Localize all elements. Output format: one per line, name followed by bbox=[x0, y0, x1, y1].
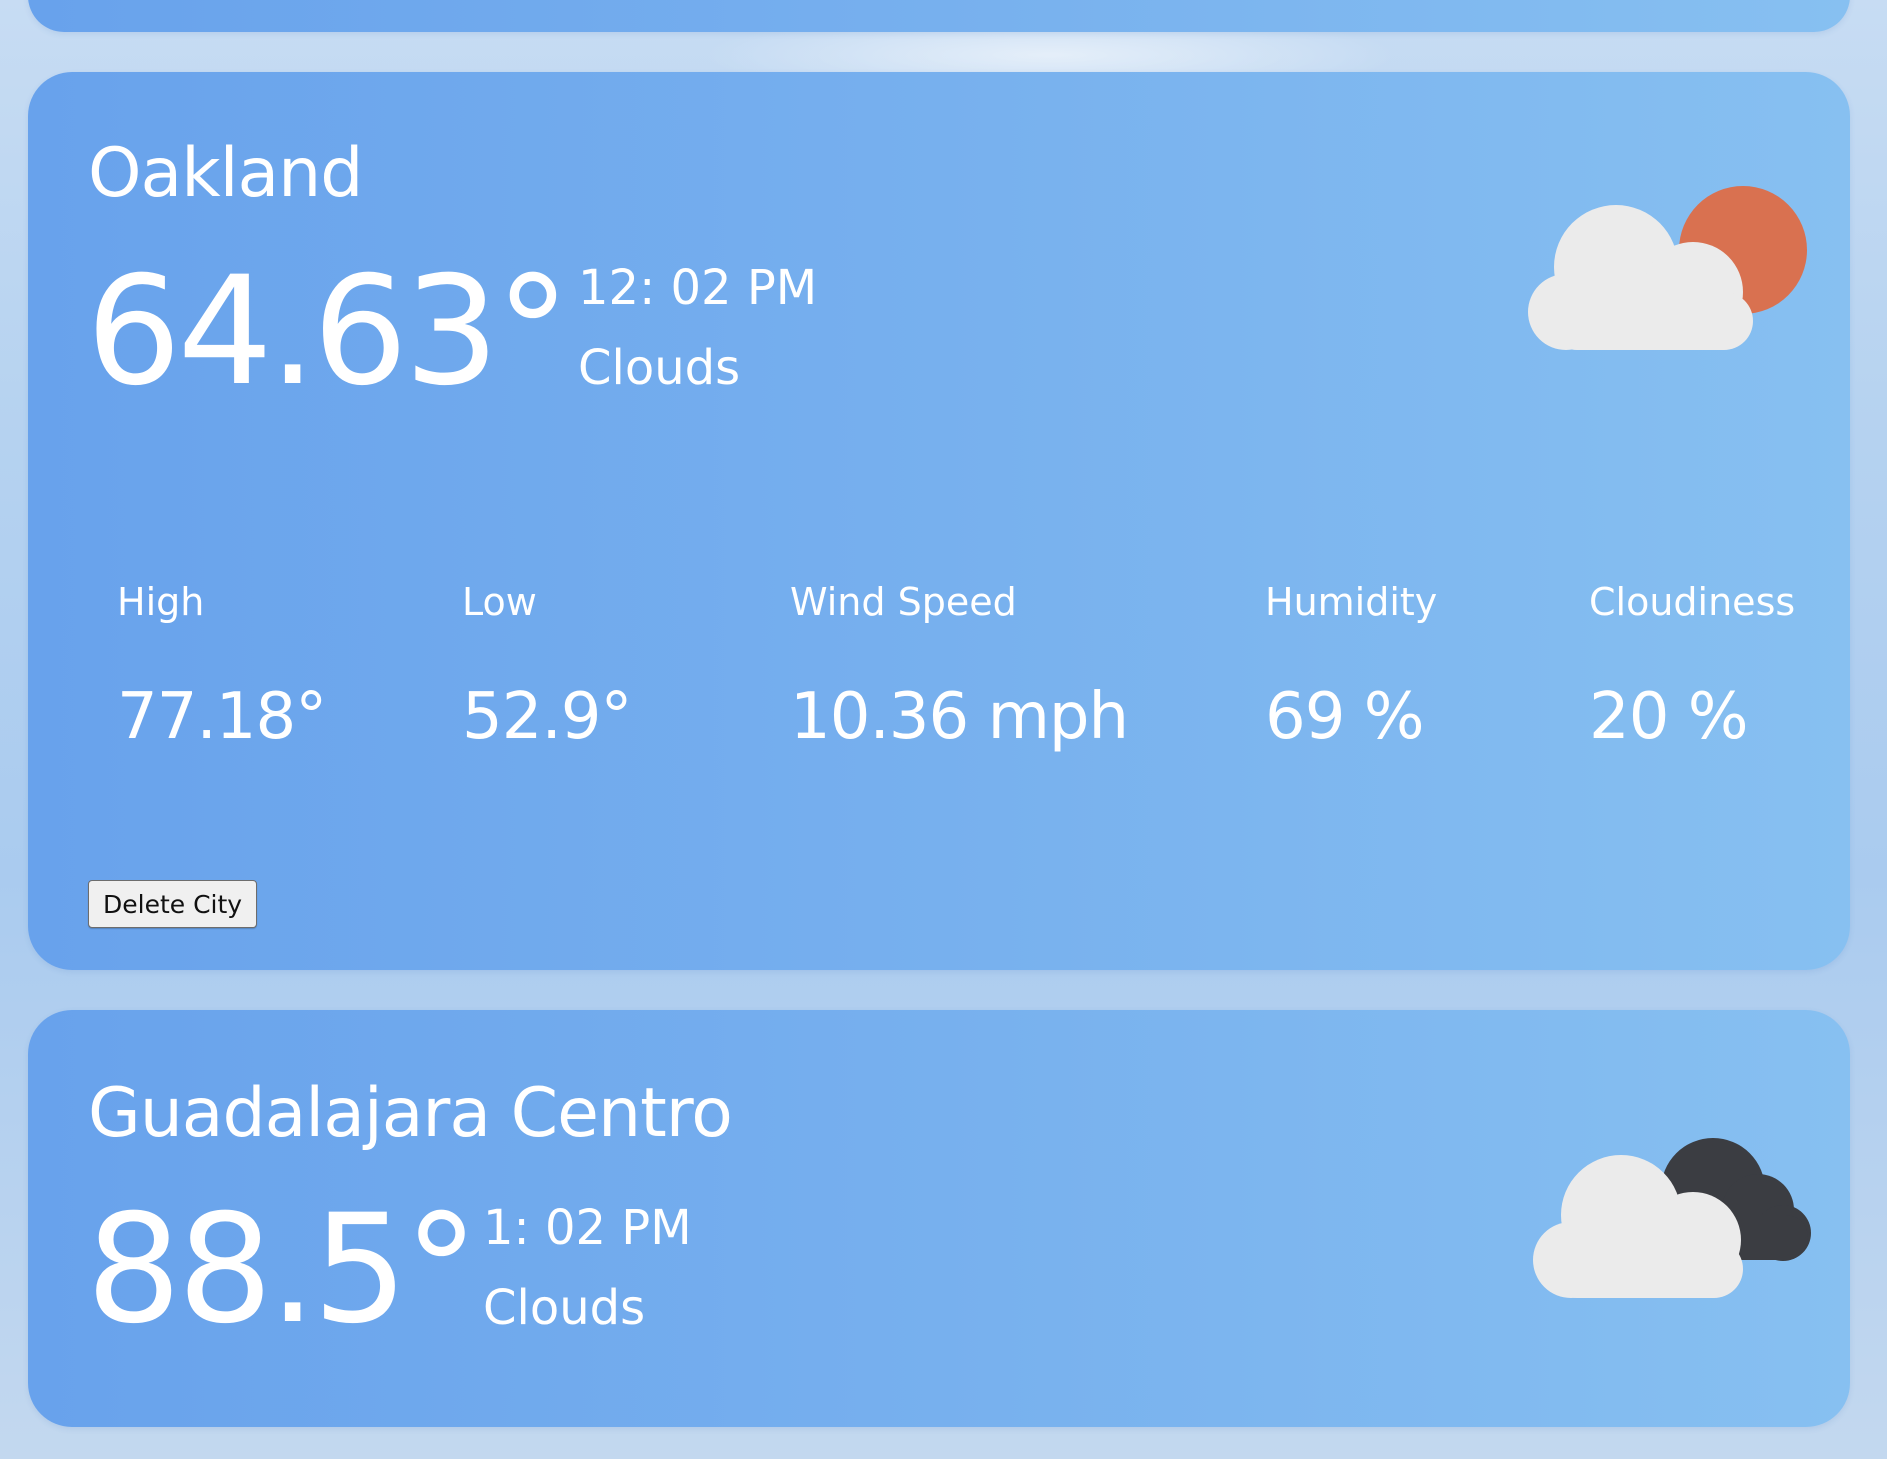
humidity-label: Humidity bbox=[1265, 580, 1438, 624]
low-value: 52.9° bbox=[462, 680, 632, 754]
cloudiness-value: 20 % bbox=[1589, 680, 1749, 754]
weather-card-guadalajara-centro: Guadalajara Centro 88.5° 1: 02 PM Clouds bbox=[28, 1010, 1850, 1427]
city-name: Guadalajara Centro bbox=[88, 1074, 733, 1153]
current-temperature: 64.63° bbox=[86, 245, 570, 419]
low-label: Low bbox=[462, 580, 537, 624]
weather-card-previous bbox=[28, 0, 1850, 32]
cloud-dark-cloud-icon bbox=[1533, 1138, 1811, 1298]
cloudiness-label: Cloudiness bbox=[1589, 580, 1796, 624]
weather-condition: Clouds bbox=[578, 340, 741, 396]
local-time: 12: 02 PM bbox=[578, 260, 818, 316]
humidity-value: 69 % bbox=[1265, 680, 1425, 754]
weather-card-oakland: Oakland 64.63° 12: 02 PM Clouds High 77.… bbox=[28, 72, 1850, 970]
current-temperature: 88.5° bbox=[86, 1183, 479, 1357]
wind-speed-label: Wind Speed bbox=[790, 580, 1017, 624]
cloud-sun-icon bbox=[1528, 186, 1807, 350]
high-label: High bbox=[117, 580, 205, 624]
delete-city-button[interactable]: Delete City bbox=[88, 880, 258, 928]
high-value: 77.18° bbox=[117, 680, 327, 754]
city-name: Oakland bbox=[88, 134, 363, 213]
local-time: 1: 02 PM bbox=[483, 1200, 692, 1256]
wind-speed-value: 10.36 mph bbox=[790, 680, 1129, 754]
weather-condition: Clouds bbox=[483, 1280, 646, 1336]
